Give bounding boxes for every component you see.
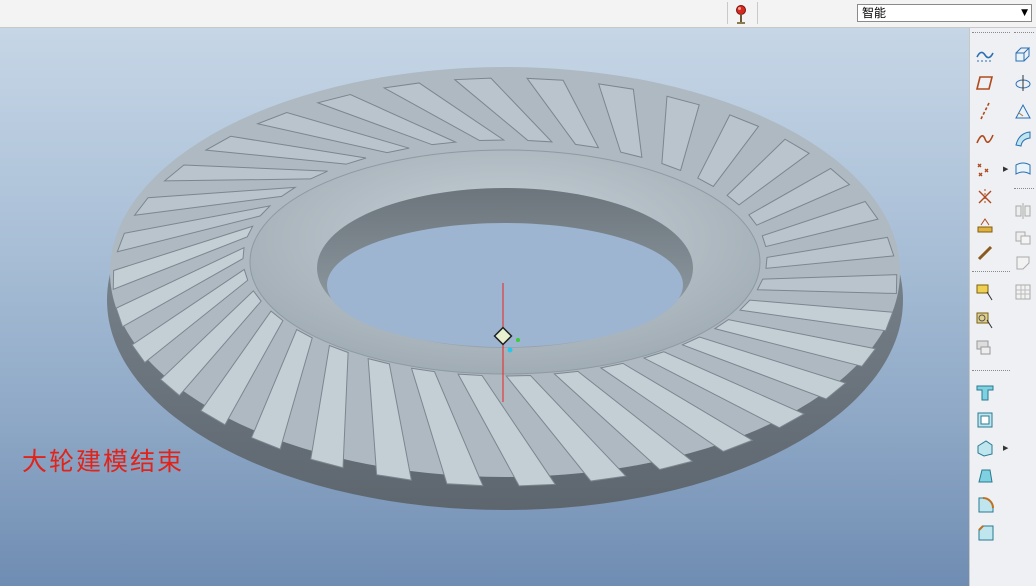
toolbar-separator [727, 2, 728, 24]
toolbar-separator [757, 2, 758, 24]
datum-plane-icon[interactable] [974, 72, 996, 94]
hole-icon[interactable] [974, 381, 996, 403]
trim-icon[interactable] [1012, 252, 1034, 274]
selection-filter-value: 智能 [862, 6, 887, 20]
sweep-icon[interactable] [1012, 100, 1034, 122]
flyout-arrow-icon[interactable]: ▶ [1003, 165, 1008, 173]
csys-marker-dot [507, 347, 513, 353]
analysis-icon[interactable] [974, 214, 996, 236]
datum-point-icon[interactable] [974, 158, 996, 180]
feature-insert-2-icon[interactable] [974, 309, 996, 331]
toolbar-divider [1014, 188, 1034, 190]
revolve-icon[interactable] [1012, 72, 1034, 94]
right-feature-toolbar: ▶ ▶ [969, 28, 1036, 586]
gear-model [107, 67, 903, 510]
gear-bore-opening [327, 223, 683, 347]
blend-icon[interactable] [1012, 128, 1034, 150]
chain-icon[interactable] [974, 242, 996, 264]
merge-icon[interactable] [1012, 226, 1034, 248]
datum-csys-icon[interactable] [974, 186, 996, 208]
chamfer-icon[interactable] [974, 521, 996, 543]
mirror-icon[interactable] [1012, 200, 1034, 222]
feature-insert-3-icon[interactable] [974, 337, 996, 359]
toolbar-divider [972, 271, 1010, 273]
top-toolbar: 智能 ▼ [0, 0, 1036, 28]
selection-filter-select[interactable]: 智能 ▼ [857, 4, 1032, 22]
feature-insert-icon[interactable] [974, 281, 996, 303]
toolbar-divider [1014, 32, 1034, 34]
sketch-datum-icon[interactable] [974, 44, 996, 66]
extrude-icon[interactable] [1012, 44, 1034, 66]
toolbar-divider [972, 32, 1010, 34]
graphics-viewport[interactable]: 大轮建模结束 [0, 28, 969, 586]
dropdown-arrow-icon[interactable]: ▼ [1021, 5, 1028, 21]
pattern-icon[interactable] [1012, 281, 1034, 303]
boundary-icon[interactable] [1012, 158, 1034, 180]
datum-axis-icon[interactable] [974, 100, 996, 122]
toolbar-divider [972, 370, 1010, 372]
rib-icon[interactable] [974, 437, 996, 459]
round-icon[interactable] [974, 493, 996, 515]
draft-icon[interactable] [974, 465, 996, 487]
flyout-arrow-icon[interactable]: ▶ [1003, 444, 1008, 452]
datum-curve-icon[interactable] [974, 128, 996, 150]
shell-icon[interactable] [974, 409, 996, 431]
csys-marker-dot [516, 338, 520, 342]
viewport-caption: 大轮建模结束 [22, 447, 185, 476]
regenerate-light-icon[interactable] [733, 3, 749, 25]
